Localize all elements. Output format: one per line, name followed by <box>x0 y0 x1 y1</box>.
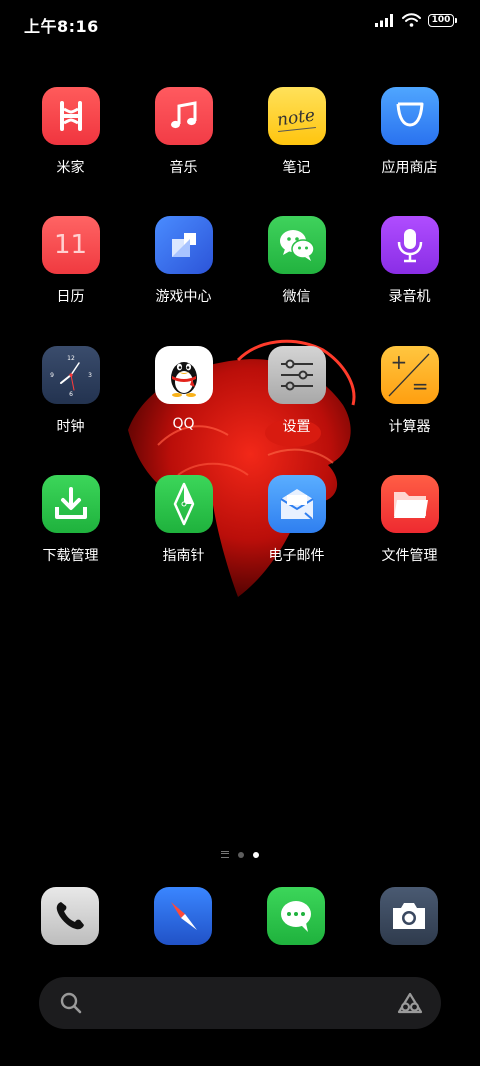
battery-icon: 100 <box>428 13 457 27</box>
recorder-icon <box>380 216 439 274</box>
clock-number-3: 3 <box>88 372 92 379</box>
app-label: 应用商店 <box>381 160 438 176</box>
clock-number-6: 6 <box>69 391 73 398</box>
app-clock[interactable]: 12 3 6 9 时钟 <box>14 346 127 436</box>
page-indicator[interactable] <box>0 851 480 858</box>
app-wechat[interactable]: 微信 <box>240 216 353 306</box>
wifi-icon <box>402 13 421 27</box>
app-label: 微信 <box>282 289 311 305</box>
app-download-manager[interactable]: 下载管理 <box>14 475 127 565</box>
qq-icon <box>154 346 213 404</box>
app-calculator[interactable]: + = 计算器 <box>353 346 466 436</box>
app-label: 录音机 <box>388 289 431 305</box>
battery-level: 100 <box>431 14 451 25</box>
app-label: 下载管理 <box>42 548 99 564</box>
search-bar[interactable] <box>39 977 441 1029</box>
settings-icon <box>267 346 326 404</box>
app-settings[interactable]: 设置 <box>240 346 353 436</box>
game-center-icon <box>154 216 213 274</box>
app-compass[interactable]: 指南针 <box>127 475 240 565</box>
app-label: 计算器 <box>388 419 431 435</box>
status-bar: 上午8:16 100 <box>0 0 480 46</box>
phone-icon[interactable] <box>41 887 99 945</box>
page-dot-2-active[interactable] <box>253 851 259 858</box>
app-email[interactable]: 电子邮件 <box>240 475 353 565</box>
browser-compass-icon[interactable] <box>154 887 212 945</box>
clock-icon: 12 3 6 9 <box>41 346 100 404</box>
app-label: 音乐 <box>169 160 198 176</box>
app-label: 文件管理 <box>381 548 438 564</box>
calc-plus: + <box>390 350 408 374</box>
message-icon[interactable] <box>267 887 325 945</box>
app-recorder[interactable]: 录音机 <box>353 216 466 306</box>
assistant-icon[interactable] <box>397 992 423 1014</box>
app-mijia[interactable]: 米家 <box>14 87 127 177</box>
camera-icon[interactable] <box>380 887 438 945</box>
app-music[interactable]: 音乐 <box>127 87 240 177</box>
download-icon <box>41 475 100 533</box>
file-manager-icon <box>380 475 439 533</box>
app-label: 游戏中心 <box>155 289 212 305</box>
app-calendar[interactable]: 11 日历 <box>14 216 127 306</box>
mijia-icon <box>41 87 100 145</box>
app-game-center[interactable]: 游戏中心 <box>127 216 240 306</box>
wechat-icon <box>267 216 326 274</box>
app-label: QQ <box>172 416 195 432</box>
clock-number-12: 12 <box>67 355 75 362</box>
status-time: 上午8:16 <box>24 17 99 36</box>
notes-icon: note <box>267 87 326 145</box>
app-notes[interactable]: note 笔记 <box>240 87 353 177</box>
menu-lines-icon <box>221 851 229 858</box>
dock <box>0 887 480 945</box>
app-store-icon <box>380 87 439 145</box>
app-app-store[interactable]: 应用商店 <box>353 87 466 177</box>
page-dot-1[interactable] <box>238 851 244 858</box>
signal-icon <box>375 13 393 27</box>
app-label: 日历 <box>56 289 85 305</box>
app-label: 笔记 <box>282 160 311 176</box>
calc-equals: = <box>411 374 429 398</box>
app-label: 米家 <box>56 160 85 176</box>
status-icons: 100 <box>375 13 457 27</box>
music-icon <box>154 87 213 145</box>
clock-number-9: 9 <box>50 372 54 379</box>
email-icon <box>267 475 326 533</box>
app-label: 设置 <box>282 419 311 435</box>
calendar-day: 11 <box>53 230 88 260</box>
search-icon <box>60 992 82 1014</box>
app-file-manager[interactable]: 文件管理 <box>353 475 466 565</box>
calendar-icon: 11 <box>41 216 100 274</box>
calculator-icon: + = <box>380 346 439 404</box>
app-label: 时钟 <box>56 419 85 435</box>
compass-icon <box>154 475 213 533</box>
app-label: 电子邮件 <box>268 548 325 564</box>
app-label: 指南针 <box>162 548 205 564</box>
app-qq[interactable]: QQ <box>127 346 240 432</box>
